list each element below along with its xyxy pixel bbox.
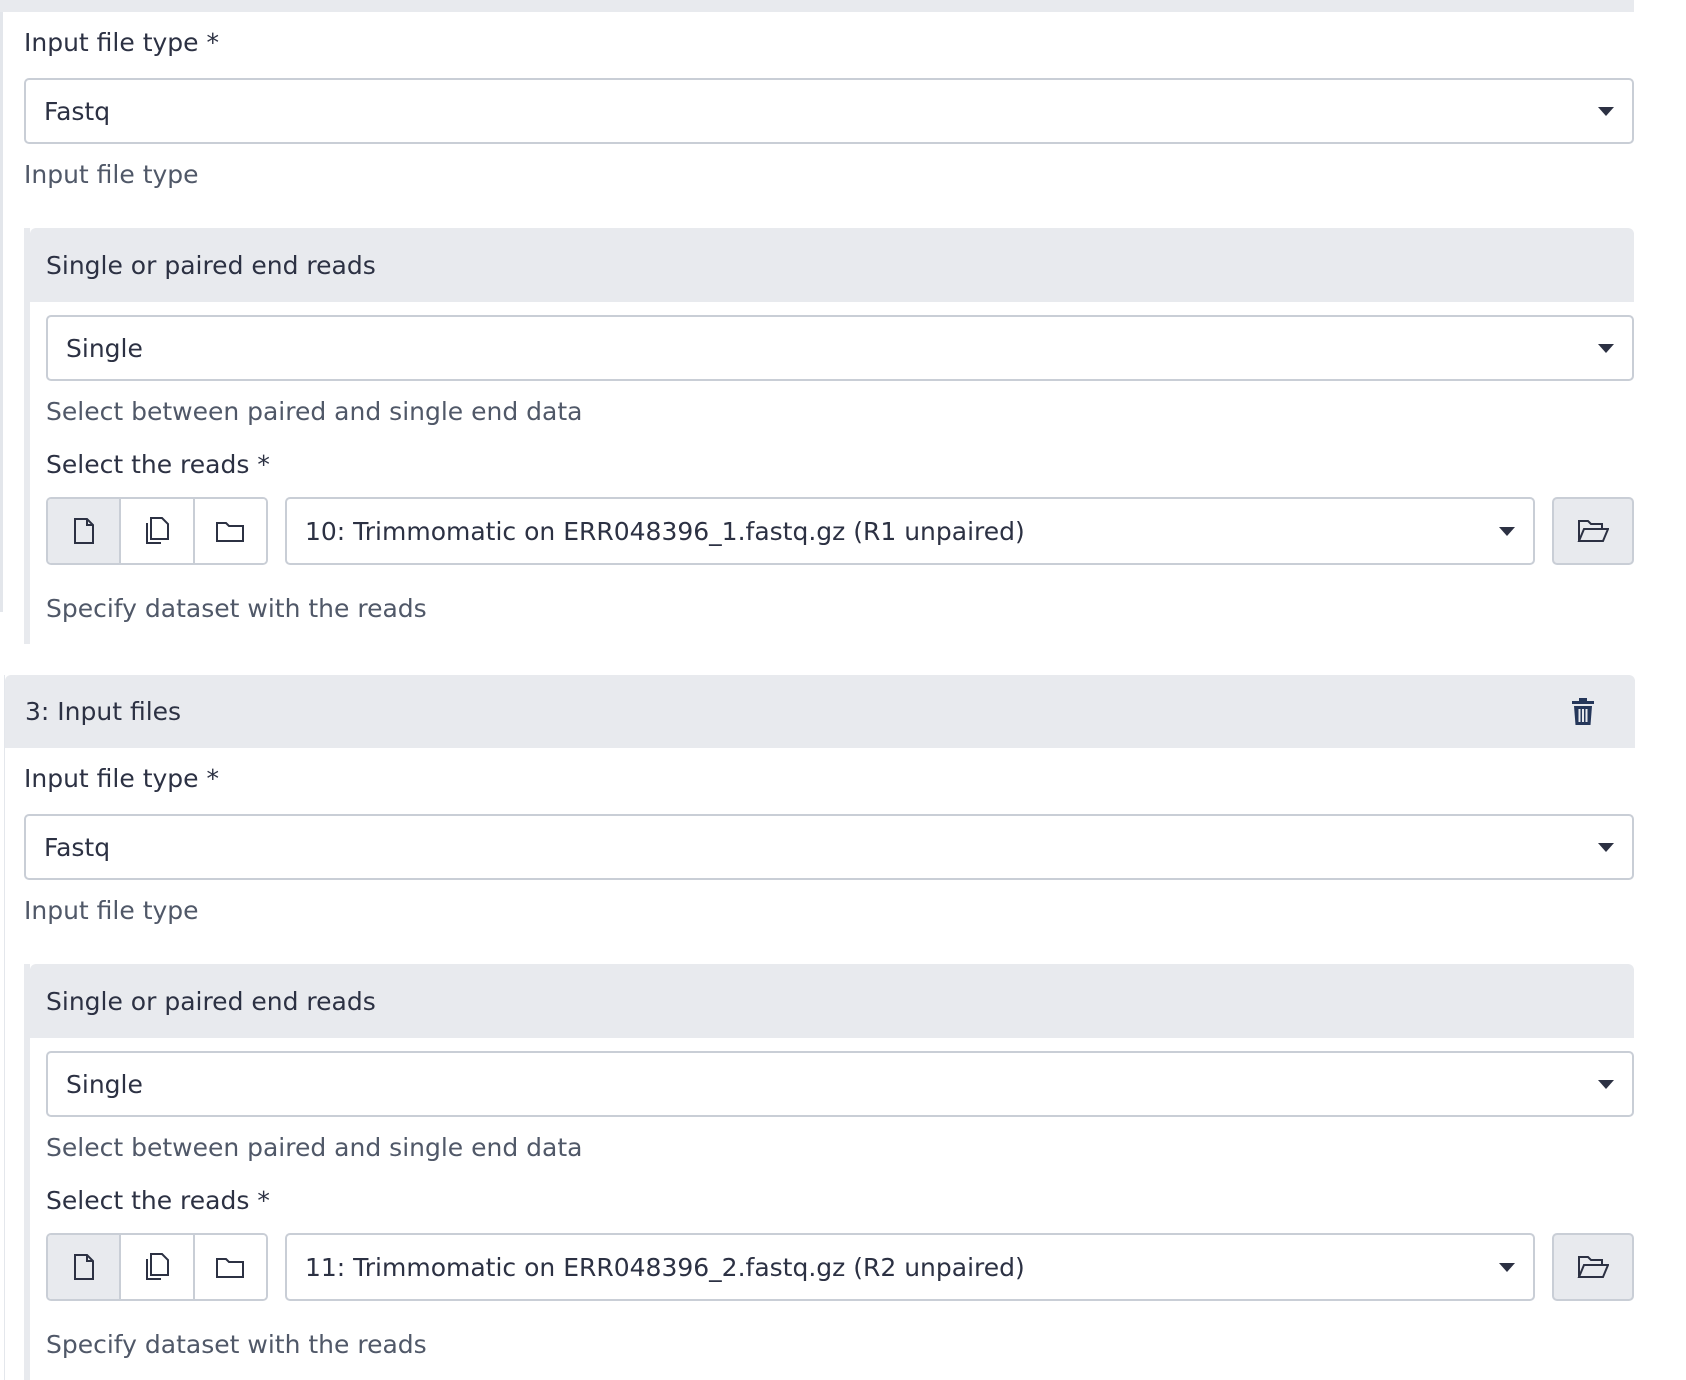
read-mode-value: Single: [66, 333, 143, 363]
tool-form: Input file type * Fastq Input file type …: [0, 0, 1686, 1380]
card-title: 3: Input files: [25, 697, 182, 726]
read-mode-help: Select between paired and single end dat…: [46, 1133, 583, 1162]
read-mode-help: Select between paired and single end dat…: [46, 397, 583, 426]
chevron-down-icon: [1598, 1079, 1614, 1089]
reads-dataset-value: 11: Trimmomatic on ERR048396_2.fastq.gz …: [305, 1252, 1025, 1282]
select-reads-label: Select the reads *: [46, 450, 270, 479]
input-file-type-value: Fastq: [44, 832, 111, 862]
input-file-type-select[interactable]: Fastq: [24, 78, 1634, 144]
chevron-down-icon: [1499, 526, 1515, 536]
card-left-rail: [0, 12, 3, 612]
reads-section-title: Single or paired end reads: [46, 250, 376, 280]
folder-icon: [216, 1258, 245, 1278]
collection-button[interactable]: [194, 499, 266, 563]
input-files-card-header: 3: Input files: [5, 675, 1635, 748]
chevron-down-icon: [1499, 1262, 1515, 1272]
reads-section-header: Single or paired end reads: [30, 228, 1634, 302]
chevron-down-icon: [1598, 106, 1614, 116]
reads-dataset-help: Specify dataset with the reads: [46, 1330, 427, 1359]
multiple-datasets-button[interactable]: [121, 1235, 195, 1299]
file-icon: [73, 518, 94, 544]
reads-section: Single or paired end reads: [24, 228, 1634, 644]
input-file-type-value: Fastq: [44, 96, 111, 126]
previous-card-edge: [0, 0, 1634, 12]
browse-datasets-button[interactable]: [1552, 497, 1634, 565]
reads-dataset-select[interactable]: 10: Trimmomatic on ERR048396_1.fastq.gz …: [285, 497, 1535, 565]
single-dataset-button[interactable]: [48, 499, 122, 563]
reads-section: Single or paired end reads: [24, 964, 1634, 1380]
collection-button[interactable]: [194, 1235, 266, 1299]
folder-open-icon: [1577, 1256, 1609, 1278]
trash-icon[interactable]: [1571, 697, 1595, 726]
dataset-mode-buttons: [46, 497, 268, 565]
input-file-type-help: Input file type: [24, 896, 199, 925]
dataset-mode-buttons: [46, 1233, 268, 1301]
input-file-type-label: Input file type *: [24, 764, 220, 793]
read-mode-select[interactable]: Single: [46, 315, 1634, 381]
reads-dataset-value: 10: Trimmomatic on ERR048396_1.fastq.gz …: [305, 516, 1025, 546]
chevron-down-icon: [1598, 343, 1614, 353]
read-mode-select[interactable]: Single: [46, 1051, 1634, 1117]
read-mode-value: Single: [66, 1069, 143, 1099]
input-file-type-label: Input file type *: [24, 28, 220, 57]
files-icon: [145, 517, 169, 544]
single-dataset-button[interactable]: [48, 1235, 122, 1299]
reads-section-header: Single or paired end reads: [30, 964, 1634, 1038]
folder-icon: [216, 522, 245, 542]
chevron-down-icon: [1598, 842, 1614, 852]
input-file-type-help: Input file type: [24, 160, 199, 189]
reads-dataset-help: Specify dataset with the reads: [46, 594, 427, 623]
reads-section-title: Single or paired end reads: [46, 986, 376, 1016]
file-icon: [73, 1254, 94, 1280]
browse-datasets-button[interactable]: [1552, 1233, 1634, 1301]
reads-dataset-select[interactable]: 11: Trimmomatic on ERR048396_2.fastq.gz …: [285, 1233, 1535, 1301]
files-icon: [145, 1253, 169, 1280]
multiple-datasets-button[interactable]: [121, 499, 195, 563]
select-reads-label: Select the reads *: [46, 1186, 270, 1215]
input-file-type-select[interactable]: Fastq: [24, 814, 1634, 880]
folder-open-icon: [1577, 520, 1609, 542]
